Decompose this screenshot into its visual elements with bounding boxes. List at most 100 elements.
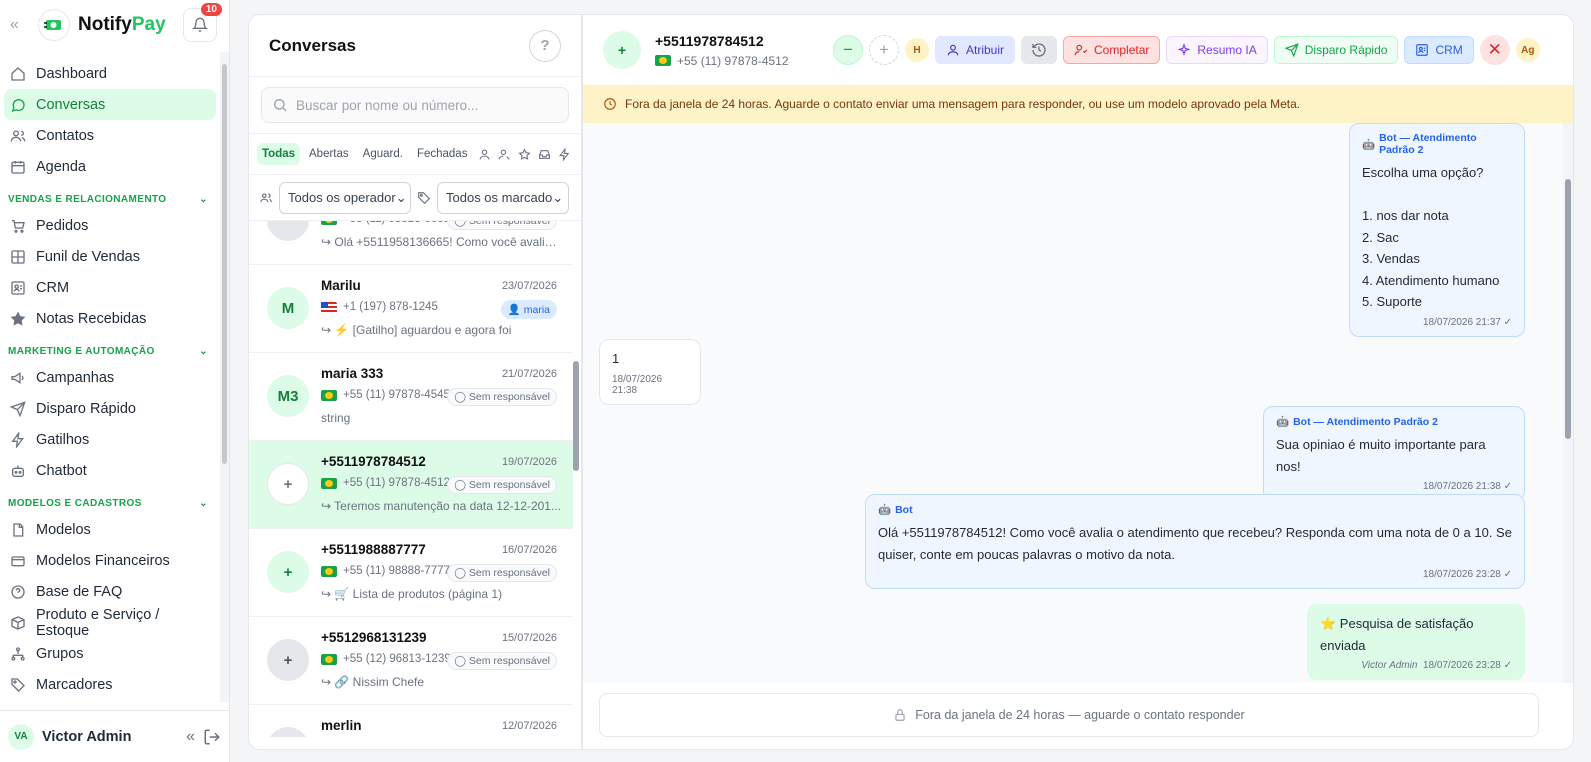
message-bubble: 🤖 Bot Olá +5511978784512! Como você avali… — [865, 494, 1525, 589]
contact-phone: +55 (11) 97878-4512 — [655, 54, 825, 68]
contact-phone: +1 (197) 878-1245 — [321, 301, 438, 313]
notification-count-badge: 10 — [200, 3, 222, 16]
sidebar-item-crm[interactable]: CRM — [4, 272, 216, 303]
flag-br-icon — [655, 55, 671, 66]
grid-icon — [10, 249, 26, 265]
contact-avatar: + — [603, 31, 641, 69]
history-button[interactable] — [1021, 36, 1058, 64]
window-warning-banner: Fora da janela de 24 horas. Aguarde o co… — [583, 85, 1573, 123]
history-icon — [1032, 43, 1046, 57]
collapse-icon[interactable]: « — [186, 728, 195, 746]
conversation-row[interactable]: + +5512968131239 15/07/2026 +55 (12) 96813-… — [249, 617, 573, 705]
flag-br-icon — [321, 565, 337, 577]
sidebar-item-agenda[interactable]: Agenda — [4, 151, 216, 182]
status-filters: Todas Abertas Aguard. Fechadas — [249, 133, 581, 175]
sidebar-item-grupos[interactable]: Grupos — [4, 638, 216, 669]
last-message-preview: string — [321, 411, 351, 425]
complete-button[interactable]: Completar — [1063, 36, 1161, 64]
last-message-preview: ↪ 🛒 Lista de produtos (página 1) — [321, 587, 503, 601]
sidebar-item-label: Gatilhos — [36, 431, 90, 448]
conversation-date: 15/07/2026 — [501, 632, 557, 644]
crm-button[interactable]: CRM — [1404, 36, 1474, 64]
sidebar-item-funil-de-vendas[interactable]: Funil de Vendas — [4, 241, 216, 272]
sidebar-item-marcadores[interactable]: Marcadores — [4, 669, 216, 700]
conversation-row[interactable]: +55 (11) 95813-6665◯ Sem responsável ↪ Ol… — [249, 221, 573, 265]
sidebar-item-modelos-financeiros[interactable]: Modelos Financeiros — [4, 545, 216, 576]
contact-phone: +55 (11) 97878-4545 — [321, 389, 450, 401]
message-area: 🤖 Bot — Atendimento Padrão 2 Escolha uma … — [583, 123, 1563, 683]
sidebar-item-dashboard[interactable]: Dashboard — [4, 58, 216, 89]
help-icon[interactable]: ? — [529, 29, 561, 62]
filter-abertas[interactable]: Abertas — [304, 143, 354, 165]
bell-icon — [192, 17, 208, 32]
sidebar-item-conversas[interactable]: Conversas — [4, 89, 216, 120]
sidebar-item-contatos[interactable]: Contatos — [4, 120, 216, 151]
contact-name: Marilu — [321, 278, 361, 293]
message-bubble: ⭐ Pesquisa de satisfação enviada Victor … — [1307, 604, 1525, 680]
conversation-row[interactable]: M3 maria 333 21/07/2026 +55 (11) 97878-4545… — [249, 353, 573, 441]
close-conversation-icon[interactable]: ✕ — [1479, 35, 1510, 65]
sidebar-item-label: Pedidos — [36, 217, 89, 234]
megaphone-icon — [10, 370, 26, 386]
sidebar-item-label: Funil de Vendas — [36, 248, 140, 265]
assignee-badge: ◯ Sem responsável — [447, 564, 557, 582]
ag-badge[interactable]: Ag — [1515, 38, 1540, 62]
message-text: Escolha uma opção? 1. nos dar nota 2. Sa… — [1362, 165, 1500, 309]
send-icon — [1284, 43, 1299, 57]
sidebar-item-produto-e-servico-estoque[interactable]: Produto e Serviço / Estoque — [4, 606, 216, 639]
filter-aguardando[interactable]: Aguard. — [358, 143, 408, 165]
assignee-badge: ◯ Sem responsável — [447, 476, 557, 494]
bolt-filter-icon[interactable] — [557, 143, 573, 165]
conversation-row[interactable]: + +5511978784512 19/07/2026 +55 (11) 97878-… — [249, 441, 573, 529]
sidebar-item-notas-recebidas[interactable]: Notas Recebidas — [4, 303, 216, 334]
sidebar-item-campanhas[interactable]: Campanhas — [4, 362, 216, 393]
brand-name: NotifyPay — [78, 14, 166, 35]
logout-icon[interactable] — [203, 728, 221, 746]
sidebar-item-label: Conversas — [36, 96, 106, 113]
home-icon — [10, 66, 26, 82]
message-scrollbar[interactable] — [1563, 123, 1573, 683]
nav-section-marketing[interactable]: MARKETING E AUTOMAÇÃO ⌄ — [0, 340, 220, 362]
filter-fechadas[interactable]: Fechadas — [412, 143, 473, 165]
h-badge[interactable]: H — [905, 38, 929, 62]
sidebar-item-label: Produto e Serviço / Estoque — [36, 606, 160, 639]
user-filter-icon[interactable] — [476, 143, 492, 165]
sidebar-item-base-de-faq[interactable]: Base de FAQ — [4, 576, 216, 607]
user-icon — [947, 44, 959, 56]
last-message-preview: ↪ ⚡ [Gatilho] aguardou e agora foi — [321, 323, 512, 337]
message-bubble: 🤖 Bot — Atendimento Padrão 2 Sua opiniao … — [1263, 406, 1525, 501]
inbox-filter-icon[interactable] — [537, 143, 553, 165]
sidebar-item-label: Dashboard — [36, 65, 107, 82]
tag-select[interactable]: Todos os marcado ⌄ — [437, 181, 569, 214]
plus-icon[interactable]: + — [869, 35, 899, 65]
operator-select[interactable]: Todos os operador ⌄ — [279, 181, 411, 214]
filter-todas[interactable]: Todas — [257, 143, 301, 165]
conversation-list-scrollbar[interactable] — [573, 221, 579, 737]
conversation-row[interactable]: M Marilu 23/07/2026 +1 (197) 878-1245 👤 mari… — [249, 265, 573, 353]
contact-info: +5511978784512 +55 (11) 97878-4512 — [655, 33, 825, 68]
message-text: Olá +5511978784512! Como você avalia o a… — [878, 525, 1512, 562]
bolt-icon — [10, 431, 26, 448]
collapse-sidebar-icon[interactable]: « — [10, 16, 30, 34]
quick-send-button[interactable]: Disparo Rápido — [1273, 36, 1399, 64]
sidebar-item-gatilhos[interactable]: Gatilhos — [4, 424, 216, 455]
sidebar-scrollbar[interactable] — [220, 52, 229, 702]
ai-summary-button[interactable]: Resumo IA — [1166, 36, 1268, 64]
sidebar-item-pedidos[interactable]: Pedidos — [4, 210, 216, 241]
nav-section-modelos[interactable]: MODELOS E CADASTROS ⌄ — [0, 492, 220, 514]
sidebar-item-chatbot[interactable]: Chatbot — [4, 455, 216, 486]
search-input[interactable]: Buscar por nome ou número... — [261, 87, 569, 123]
star-filter-icon[interactable] — [517, 143, 533, 165]
bot-label: 🤖 Bot — [878, 503, 913, 517]
sidebar-item-disparo-rapido[interactable]: Disparo Rápido — [4, 393, 216, 424]
conversation-row[interactable]: + +5511988887777 16/07/2026 +55 (11) 98888-… — [249, 529, 573, 617]
conversation-row[interactable]: merlin 12/07/2026 — [249, 705, 573, 737]
assign-button[interactable]: Atribuir — [935, 36, 1016, 64]
sidebar-item-modelos[interactable]: Modelos — [4, 514, 216, 545]
flag-br-icon — [321, 653, 337, 665]
conversation-list: +55 (11) 95813-6665◯ Sem responsável↪ Ol… — [249, 221, 581, 737]
nav-section-vendas[interactable]: VENDAS E RELACIONAMENTO ⌄ — [0, 188, 220, 210]
minus-icon[interactable]: − — [833, 35, 863, 65]
notifications-button[interactable]: 10 — [183, 3, 222, 42]
unassigned-filter-icon[interactable] — [497, 143, 513, 165]
